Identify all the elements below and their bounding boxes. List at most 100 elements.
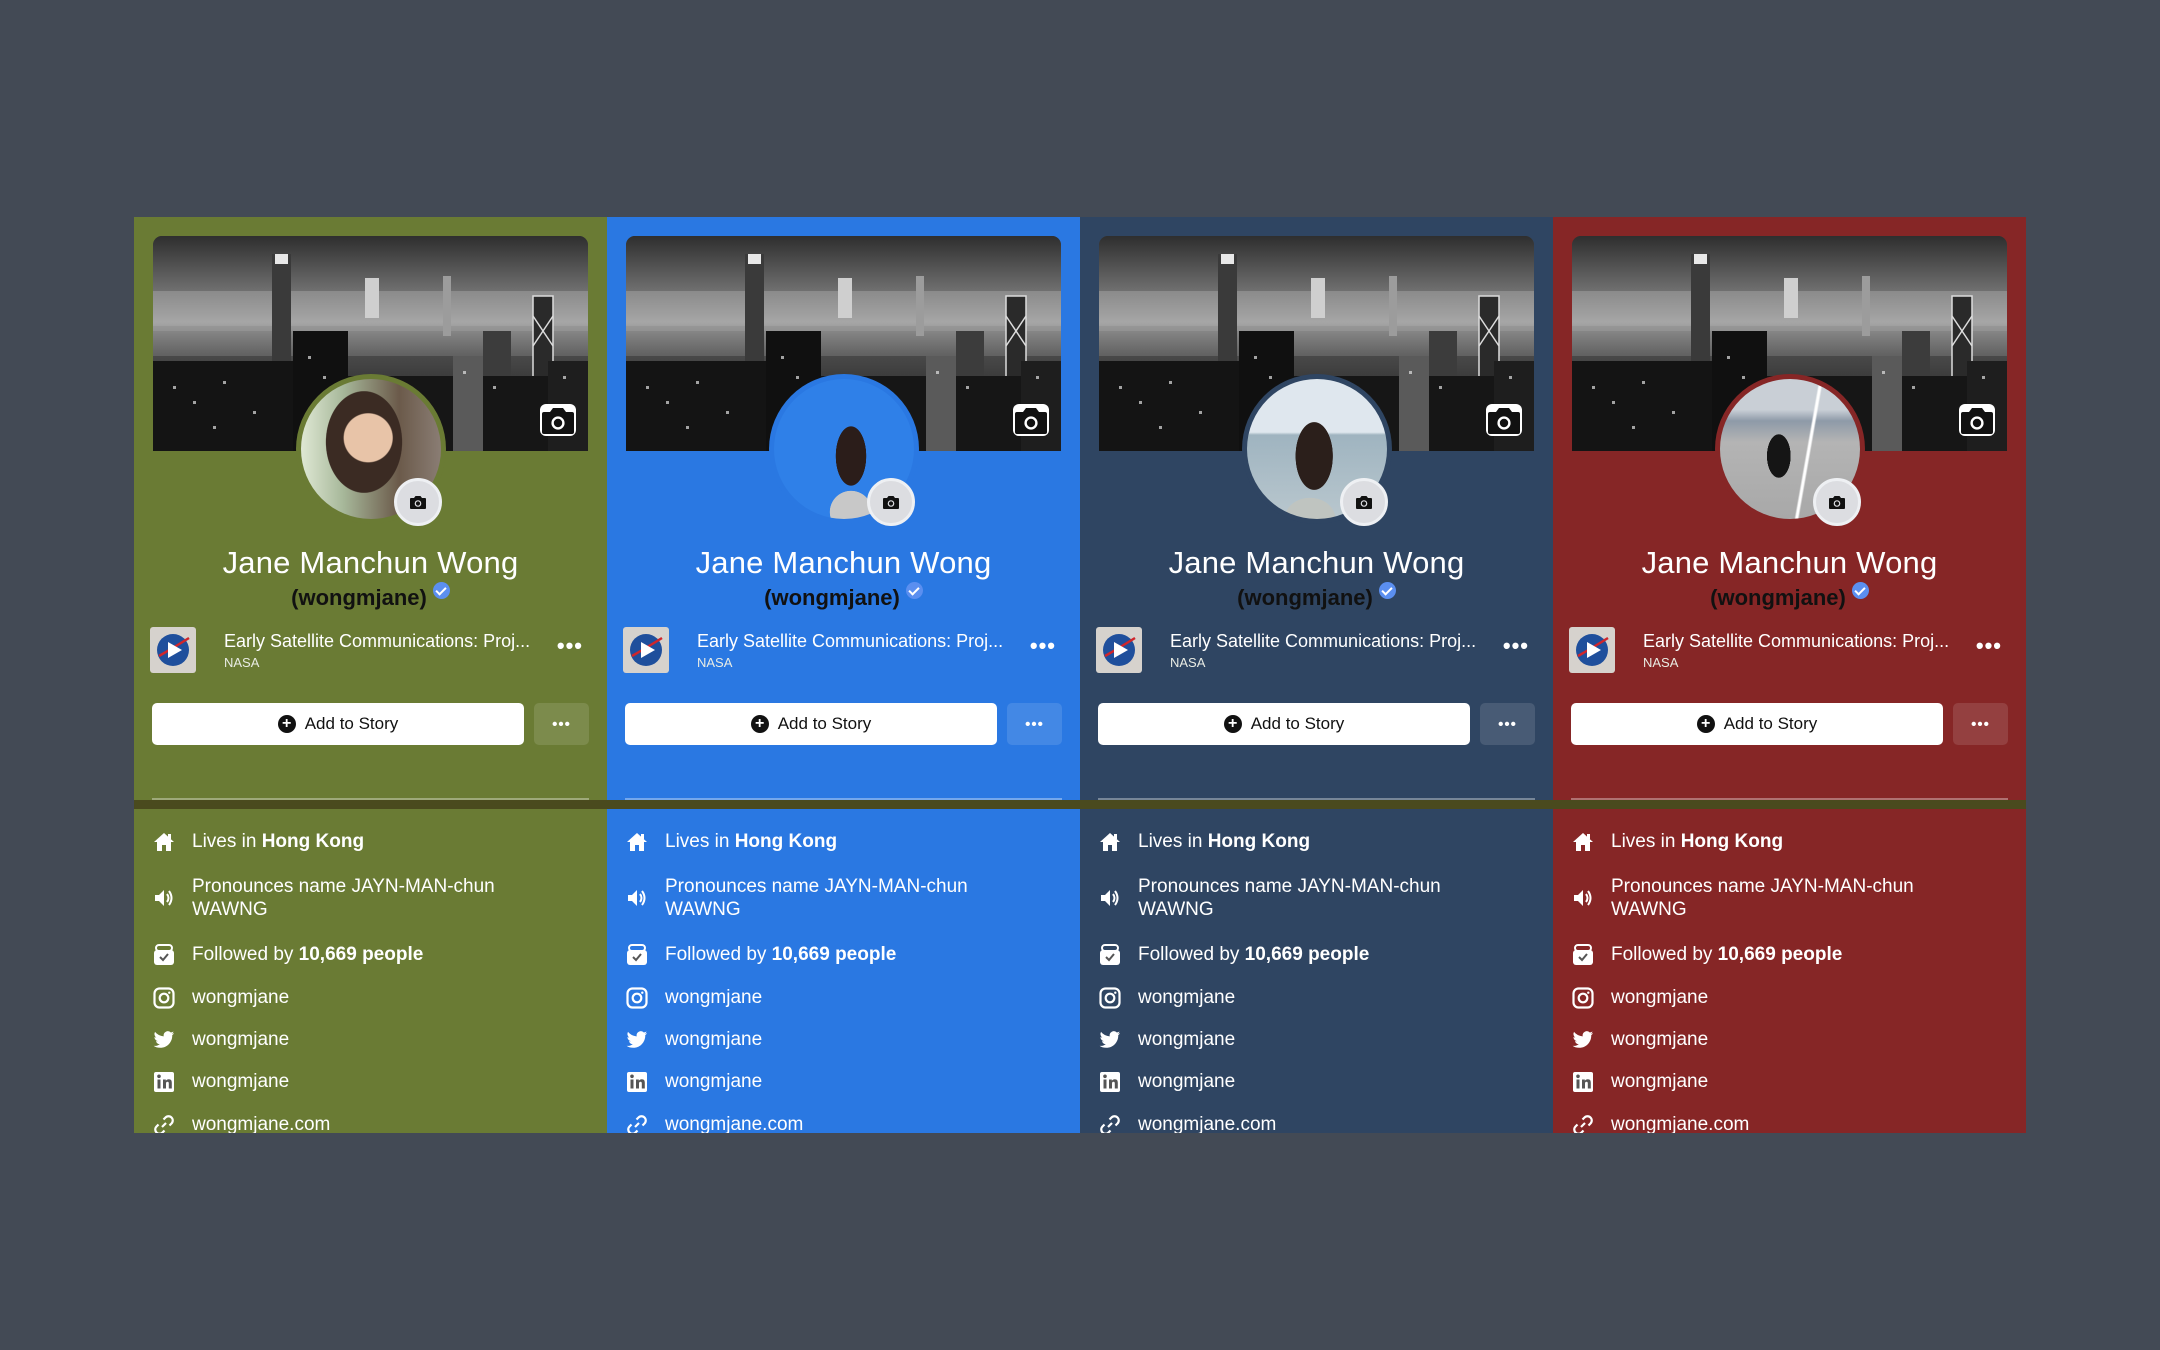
video-options-icon[interactable]: ••• <box>557 633 583 659</box>
featured-video[interactable]: Early Satellite Communications: Proj... … <box>1569 627 2010 677</box>
edit-profile-picture-button[interactable] <box>867 478 915 526</box>
twitter-handle[interactable]: wongmjane <box>192 1028 289 1051</box>
followers-icon <box>1098 943 1122 967</box>
followers-count[interactable]: 10,669 people <box>1245 944 1370 965</box>
lives-city[interactable]: Hong Kong <box>735 831 837 852</box>
lives-city[interactable]: Hong Kong <box>1208 831 1310 852</box>
more-options-button[interactable]: ••• <box>1480 703 1535 745</box>
twitter-handle[interactable]: wongmjane <box>1611 1028 1708 1051</box>
detail-linkedin[interactable]: wongmjane <box>152 1070 289 1094</box>
instagram-icon <box>1571 986 1595 1010</box>
add-to-story-button[interactable]: + Add to Story <box>625 703 997 745</box>
video-thumbnail[interactable] <box>623 627 669 673</box>
featured-video[interactable]: Early Satellite Communications: Proj... … <box>150 627 591 677</box>
twitter-handle[interactable]: wongmjane <box>1138 1028 1235 1051</box>
add-to-story-button[interactable]: + Add to Story <box>1098 703 1470 745</box>
detail-twitter[interactable]: wongmjane <box>625 1028 762 1052</box>
edit-cover-button[interactable] <box>1959 404 1995 436</box>
detail-twitter[interactable]: wongmjane <box>152 1028 289 1052</box>
nasa-logo-icon <box>1576 634 1609 666</box>
video-title[interactable]: Early Satellite Communications: Proj... <box>697 631 1003 652</box>
website-link[interactable]: wongmjane.com <box>192 1113 330 1133</box>
detail-instagram[interactable]: wongmjane <box>1098 986 1235 1010</box>
website-link[interactable]: wongmjane.com <box>1138 1113 1276 1133</box>
detail-instagram[interactable]: wongmjane <box>625 986 762 1010</box>
home-icon <box>1571 830 1595 854</box>
video-thumbnail[interactable] <box>1569 627 1615 673</box>
verified-badge-icon <box>1851 582 1869 599</box>
edit-profile-picture-button[interactable] <box>394 478 442 526</box>
speaker-icon[interactable] <box>152 886 176 910</box>
profile-panel-red: Jane Manchun Wong (wongmjane) Early Sate… <box>1553 217 2026 1133</box>
twitter-handle[interactable]: wongmjane <box>665 1028 762 1051</box>
edit-cover-button[interactable] <box>1486 404 1522 436</box>
video-title[interactable]: Early Satellite Communications: Proj... <box>224 631 530 652</box>
linkedin-handle[interactable]: wongmjane <box>192 1070 289 1093</box>
detail-website[interactable]: wongmjane.com <box>152 1113 330 1133</box>
more-options-button[interactable]: ••• <box>1953 703 2008 745</box>
detail-twitter[interactable]: wongmjane <box>1098 1028 1235 1052</box>
add-to-story-label: Add to Story <box>304 714 399 733</box>
speaker-icon[interactable] <box>625 886 649 910</box>
edit-cover-button[interactable] <box>1013 404 1049 436</box>
detail-linkedin[interactable]: wongmjane <box>625 1070 762 1094</box>
detail-instagram[interactable]: wongmjane <box>152 986 289 1010</box>
linkedin-handle[interactable]: wongmjane <box>1138 1070 1235 1093</box>
instagram-handle[interactable]: wongmjane <box>192 986 289 1009</box>
edit-cover-button[interactable] <box>540 404 576 436</box>
lives-city[interactable]: Hong Kong <box>1681 831 1783 852</box>
video-options-icon[interactable]: ••• <box>1503 633 1529 659</box>
more-options-button[interactable]: ••• <box>1007 703 1062 745</box>
linkedin-handle[interactable]: wongmjane <box>665 1070 762 1093</box>
home-icon <box>152 830 176 854</box>
pronunciation-line-1: Pronounces name JAYN-MAN-chun <box>1611 876 1914 897</box>
detail-website[interactable]: wongmjane.com <box>1571 1113 1749 1133</box>
featured-video[interactable]: Early Satellite Communications: Proj... … <box>1096 627 1537 677</box>
profile-panel-blue: Jane Manchun Wong (wongmjane) Early Sate… <box>607 217 1080 1133</box>
edit-profile-picture-button[interactable] <box>1813 478 1861 526</box>
camera-icon <box>1961 408 1993 434</box>
linkedin-icon <box>1098 1070 1122 1094</box>
detail-instagram[interactable]: wongmjane <box>1571 986 1708 1010</box>
detail-lives-in: Lives in Hong Kong <box>1571 830 1783 854</box>
lives-prefix: Lives in <box>192 831 262 852</box>
speaker-icon[interactable] <box>1571 886 1595 910</box>
video-options-icon[interactable]: ••• <box>1976 633 2002 659</box>
home-icon <box>625 830 649 854</box>
add-to-story-button[interactable]: + Add to Story <box>152 703 524 745</box>
edit-profile-picture-button[interactable] <box>1340 478 1388 526</box>
website-link[interactable]: wongmjane.com <box>665 1113 803 1133</box>
twitter-icon <box>1571 1028 1595 1052</box>
detail-website[interactable]: wongmjane.com <box>625 1113 803 1133</box>
video-channel: NASA <box>697 655 733 670</box>
followers-count[interactable]: 10,669 people <box>299 944 424 965</box>
followers-count[interactable]: 10,669 people <box>772 944 897 965</box>
plus-circle-icon: + <box>277 715 296 733</box>
followers-count[interactable]: 10,669 people <box>1718 944 1843 965</box>
detail-linkedin[interactable]: wongmjane <box>1098 1070 1235 1094</box>
profile-handle-row: (wongmjane) <box>134 582 607 611</box>
instagram-icon <box>625 986 649 1010</box>
home-icon <box>1098 830 1122 854</box>
instagram-handle[interactable]: wongmjane <box>1611 986 1708 1009</box>
video-thumbnail[interactable] <box>1096 627 1142 673</box>
add-to-story-button[interactable]: + Add to Story <box>1571 703 1943 745</box>
video-thumbnail[interactable] <box>150 627 196 673</box>
featured-video[interactable]: Early Satellite Communications: Proj... … <box>623 627 1064 677</box>
video-title[interactable]: Early Satellite Communications: Proj... <box>1643 631 1949 652</box>
video-options-icon[interactable]: ••• <box>1030 633 1056 659</box>
speaker-icon[interactable] <box>1098 886 1122 910</box>
linkedin-handle[interactable]: wongmjane <box>1611 1070 1708 1093</box>
more-options-button[interactable]: ••• <box>534 703 589 745</box>
followers-icon <box>1571 943 1595 967</box>
video-title[interactable]: Early Satellite Communications: Proj... <box>1170 631 1476 652</box>
website-link[interactable]: wongmjane.com <box>1611 1113 1749 1133</box>
detail-linkedin[interactable]: wongmjane <box>1571 1070 1708 1094</box>
profile-handle: (wongmjane) <box>291 585 427 610</box>
detail-website[interactable]: wongmjane.com <box>1098 1113 1276 1133</box>
detail-twitter[interactable]: wongmjane <box>1571 1028 1708 1052</box>
lives-city[interactable]: Hong Kong <box>262 831 364 852</box>
instagram-handle[interactable]: wongmjane <box>1138 986 1235 1009</box>
ellipsis-icon: ••• <box>1498 715 1517 733</box>
instagram-handle[interactable]: wongmjane <box>665 986 762 1009</box>
